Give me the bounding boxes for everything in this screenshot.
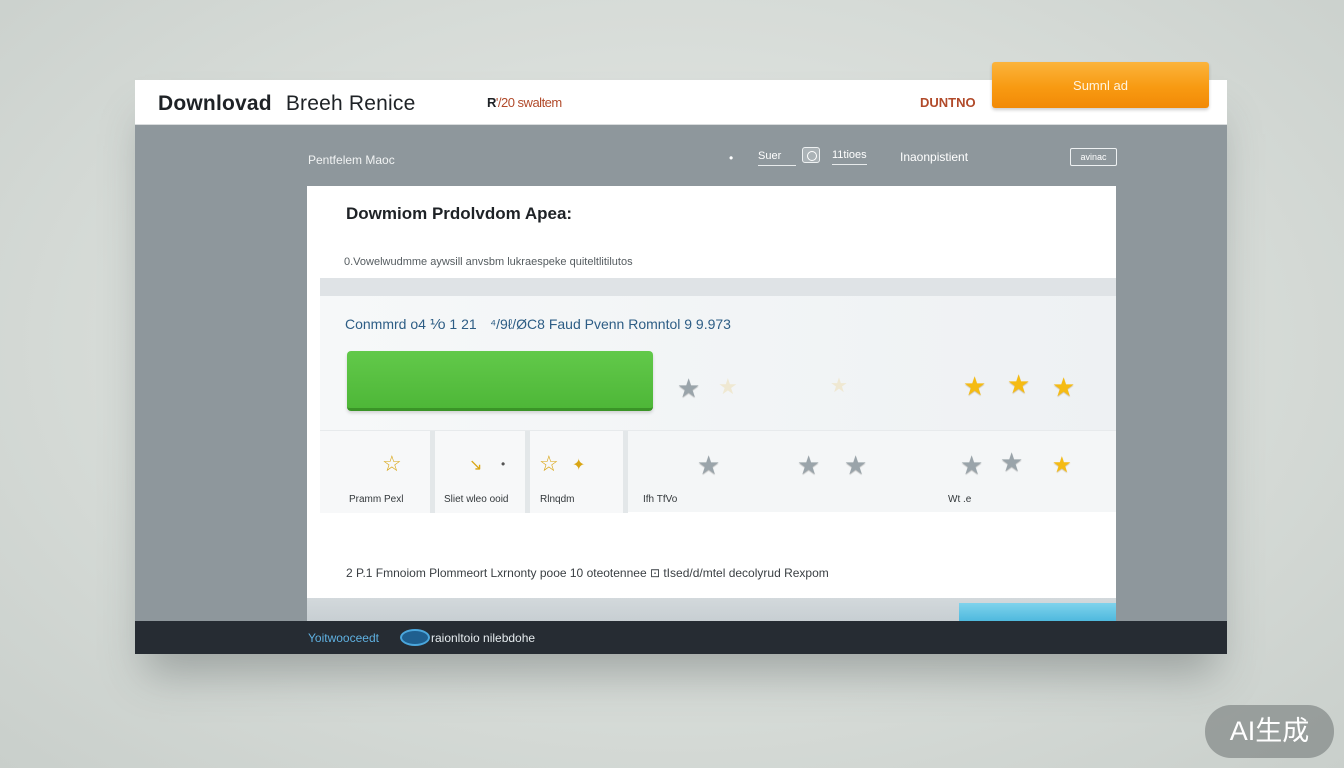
app-title-sub: Breeh Renice (285, 92, 416, 115)
star-icon[interactable]: ★ (677, 375, 700, 401)
star-icon[interactable]: ★ (1052, 454, 1072, 476)
star-icon[interactable]: ★ (830, 376, 848, 396)
status-bar: Yoitwooceedt raionltoio nilebdohe (135, 621, 1227, 654)
panel-title: Dowmiom Prdolvdom Apea: (346, 204, 573, 223)
dot-icon: • (501, 457, 506, 471)
camera-icon[interactable] (802, 147, 820, 163)
star-icon[interactable]: ★ (963, 373, 986, 399)
status-left-link[interactable]: Yoitwooceedt (308, 631, 379, 645)
star-icon[interactable]: ★ (960, 452, 983, 478)
star-icon[interactable]: ★ (797, 452, 820, 478)
header-right-label: DUNTNO (920, 95, 976, 110)
count-field[interactable]: 11tioes (832, 149, 867, 165)
star-icon[interactable]: ★ (1007, 371, 1030, 397)
star-icon[interactable]: ★ (1052, 374, 1075, 400)
download-panel: Dowmiom Prdolvdom Apea: 0.Vowelwudmme ay… (307, 186, 1116, 598)
star-outline-icon: ☆ (382, 451, 402, 476)
section-label: Pentfelem Maoc (308, 153, 395, 167)
ai-watermark: AI生成 (1205, 705, 1334, 758)
download-button[interactable] (347, 351, 653, 411)
sub-toolbar: Pentfelem Maoc • 11tioes Inaonpistient a… (135, 126, 1227, 186)
rating-cell[interactable]: ☆ Pramm Pexl (320, 431, 435, 513)
rating-cell[interactable]: ↘ • Sliet wleo ooid (435, 431, 530, 513)
rating-cell[interactable]: ☆ ✦ Rlnqdm (530, 431, 628, 513)
rating-cell-label: Pramm Pexl (349, 494, 404, 505)
submit-button[interactable]: Sumnl ad (992, 62, 1209, 108)
rating-cell-label: Sliet wleo ooid (444, 494, 509, 505)
header-meta: R'/20 swaltem (487, 95, 562, 110)
progress-bar[interactable] (959, 603, 1116, 621)
header-meta-text: '/20 swaltem (495, 95, 562, 110)
panel-divider (320, 278, 1116, 296)
bullet-icon: • (729, 151, 734, 165)
star-icon[interactable]: ★ (697, 452, 720, 478)
rating-label-right: Wt .e (948, 494, 972, 505)
rating-cell-label: Rlnqdm (540, 494, 575, 505)
star-icon[interactable]: ★ (718, 376, 738, 398)
status-text: Inaonpistient (900, 150, 969, 164)
app-window: Downlovad Breeh Renice R'/20 swaltem DUNT… (135, 62, 1227, 654)
filter-input[interactable] (758, 146, 796, 166)
app-title: Downlovad Breeh Renice (158, 92, 415, 116)
header-meta-prefix: R (487, 95, 496, 110)
rating-row: ☆ Pramm Pexl ↘ • Sliet wleo ooid ☆ ✦ Rln… (320, 430, 1116, 513)
sparkle-icon: ✦ (572, 457, 586, 474)
app-title-main: Downlovad (158, 92, 272, 115)
top-bar: Downlovad Breeh Renice R'/20 swaltem DUNT… (135, 62, 1227, 125)
info-line: Conmmrd o4 ⅟o 1 21 ⁴/9ℓ/ØC8 Faud Pvenn R… (345, 316, 731, 332)
arrow-icon: ↘ (469, 457, 483, 474)
star-outline-icon: ☆ (539, 451, 559, 476)
small-action-button[interactable]: avinac (1070, 148, 1117, 166)
rating-label-mid: Ifh TfVo (643, 494, 678, 505)
status-right-text: raionltoio nilebdohe (431, 631, 536, 645)
logo-icon (400, 629, 430, 646)
star-icon[interactable]: ★ (1000, 449, 1023, 475)
panel-footer-text: 2 P.1 Fmnoiom Plommeort Lxrnonty pooe 10… (346, 566, 829, 580)
info-area: Conmmrd o4 ⅟o 1 21 ⁴/9ℓ/ØC8 Faud Pvenn R… (320, 296, 1116, 513)
star-icon[interactable]: ★ (844, 452, 867, 478)
panel-description: 0.Vowelwudmme aywsill anvsbm lukraespeke… (344, 256, 633, 268)
